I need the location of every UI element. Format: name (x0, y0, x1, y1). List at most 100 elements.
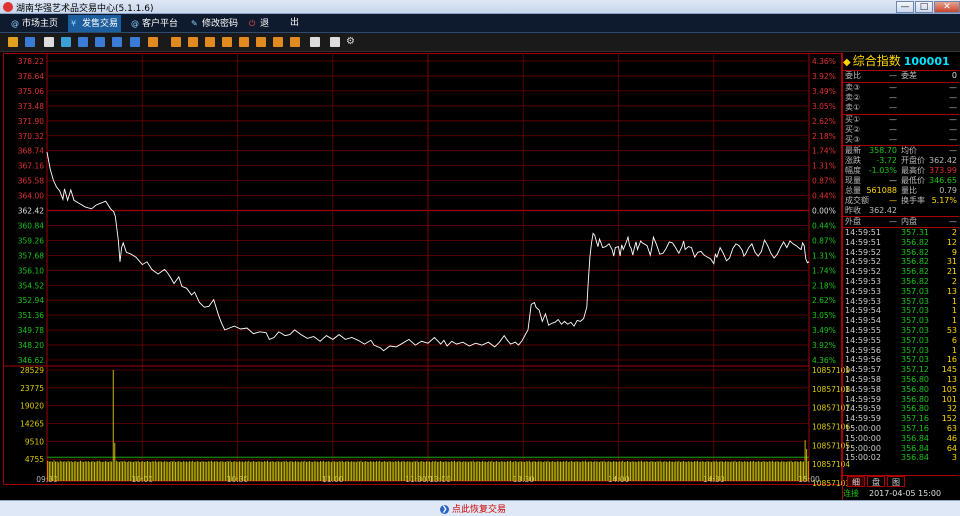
toolbar-button-6[interactable] (95, 37, 105, 47)
pct-tick-label: 1.31% (812, 162, 836, 171)
toolbar-button-12[interactable] (205, 37, 215, 47)
tick-price: 357.16 (901, 424, 929, 433)
menu-sale-trade[interactable]: ¥ 发售交易 (68, 15, 122, 32)
toolbar-button-3[interactable] (44, 37, 54, 47)
toolbar-button-16[interactable] (273, 37, 283, 47)
buy-level-volume: — (949, 115, 957, 124)
toolbar-button-18[interactable] (310, 37, 320, 47)
tick-time: 14:59:52 (845, 257, 881, 267)
tick-row: 14:59:57 357.12 145 (843, 365, 959, 375)
maximize-button[interactable]: □ (915, 1, 933, 13)
close-button[interactable]: ✕ (934, 1, 960, 13)
price-tick-label: 354.52 (18, 281, 44, 290)
window-title: 湖南华强艺术品交易中心(5.1.1.6) (16, 4, 154, 14)
tick-row: 14:59:55 357.03 6 (843, 336, 959, 346)
tick-price: 356.80 (901, 394, 929, 404)
tick-row: 14:59:56 357.03 1 (843, 346, 959, 356)
toolbar-button-5[interactable] (78, 37, 88, 47)
panel-tab[interactable]: 盘 (867, 476, 885, 487)
tick-price: 357.12 (901, 365, 929, 375)
resume-trading-link[interactable]: ❯ 点此恢复交易 (440, 502, 506, 515)
connection-status: 连接 (843, 489, 859, 498)
panel-tab[interactable]: 细 (847, 476, 865, 487)
toolbar-button-4[interactable] (61, 37, 71, 47)
toolbar-button-17[interactable] (290, 37, 300, 47)
toolbar-button-19[interactable] (330, 37, 340, 47)
tick-volume: 13 (946, 375, 957, 384)
tick-volume: 12 (946, 237, 957, 247)
menu-client-platform[interactable]: @ 客户平台 (128, 15, 181, 32)
stat-label-2: 均价 (901, 146, 917, 155)
menu-label: 修改密码 (202, 19, 239, 29)
stat-value: -1.03% (868, 166, 897, 175)
menu-change-password[interactable]: ✎ 修改密码 (188, 15, 241, 32)
sell-level-volume: — (949, 103, 957, 112)
stat-row: 幅度 -1.03% 最高价 373.99 (843, 166, 959, 176)
tick-volume: 1 (951, 345, 957, 355)
tick-row: 14:59:52 356.82 21 (843, 267, 959, 277)
tick-row: 14:59:52 356.82 9 (843, 248, 959, 258)
menu-label: 市场主页 (22, 19, 59, 29)
tick-row: 14:59:54 357.03 1 (843, 316, 959, 326)
panel-tab[interactable]: 图 (887, 476, 905, 487)
menu-exit-suffix[interactable]: 出 (287, 15, 302, 32)
stat-row: 成交额 — 换手率 5.17% (843, 196, 959, 206)
pct-tick-label: 3.49% (812, 87, 836, 96)
menu-exit[interactable]: ⏻ 退 (246, 15, 272, 32)
status-bar: ❯ 点此恢复交易 (0, 500, 960, 516)
toolbar-button-14[interactable] (239, 37, 249, 47)
tick-time: 15:00:00 (845, 424, 881, 433)
tick-time: 14:59:54 (845, 316, 881, 326)
menu-market-home[interactable]: @ 市场主页 (8, 15, 61, 32)
settings-gear-icon[interactable]: ⚙ (346, 36, 357, 47)
tick-volume: 1 (951, 296, 957, 306)
tick-row: 15:00:00 357.16 63 (843, 424, 959, 434)
toolbar-button-13[interactable] (222, 37, 232, 47)
toolbar-button-7[interactable] (112, 37, 122, 47)
tick-price: 357.31 (901, 228, 929, 237)
sell-level-volume: — (949, 83, 957, 92)
sell-level-price: — (889, 83, 897, 92)
stat-value: 358.70 (869, 146, 897, 155)
tick-volume: 101 (941, 394, 957, 404)
pct-tick-label: 4.36% (812, 57, 836, 66)
tick-row: 14:59:52 356.82 31 (843, 257, 959, 267)
toolbar-button-10[interactable] (171, 37, 181, 47)
volume-tick-label: 28529 (20, 366, 44, 375)
sell-level-price: — (889, 93, 897, 102)
toolbar-button-2[interactable] (25, 37, 35, 47)
pct-tick-label: 2.62% (812, 296, 836, 305)
stat-value-2: 362.42 (929, 156, 957, 165)
tick-time: 14:59:53 (845, 286, 881, 296)
tick-time: 15:00:02 (845, 453, 881, 463)
app-logo-icon (3, 2, 13, 12)
price-tick-label: 368.74 (18, 147, 44, 156)
pct-tick-label: 4.36% (812, 356, 836, 365)
tick-time: 14:59:59 (845, 414, 881, 424)
buy-level-volume: — (949, 125, 957, 134)
price-tick-label: 376.64 (18, 72, 44, 81)
minimize-button[interactable]: — (896, 1, 914, 13)
stat-value: 561088 (866, 186, 897, 195)
buy-level-label: 买③ (845, 135, 861, 144)
stat-value-2: 5.17% (931, 196, 957, 205)
toolbar-button-15[interactable] (256, 37, 266, 47)
price-tick-label: 371.90 (18, 117, 44, 126)
inner-volume-label: 内盘 (901, 217, 917, 226)
outer-inner-row: 外盘 — 内盘 — (843, 217, 959, 227)
tick-price: 356.82 (901, 257, 929, 267)
toolbar-button-8[interactable] (130, 37, 140, 47)
tick-price: 356.80 (901, 404, 929, 414)
tick-price: 356.84 (901, 443, 929, 453)
toolbar-button-1[interactable] (8, 37, 18, 47)
price-tick-label: 373.48 (18, 102, 44, 111)
tick-row: 14:59:59 356.80 101 (843, 395, 959, 405)
tick-time: 14:59:53 (845, 296, 881, 306)
buy-level-volume: — (949, 135, 957, 144)
tick-time: 14:59:57 (845, 365, 881, 375)
toolbar-button-11[interactable] (188, 37, 198, 47)
tick-price: 356.82 (901, 237, 929, 247)
stat-label: 最新 (845, 146, 861, 155)
toolbar-button-9[interactable] (148, 37, 158, 47)
stat-row: 现量 — 最低价 346.65 (843, 176, 959, 186)
